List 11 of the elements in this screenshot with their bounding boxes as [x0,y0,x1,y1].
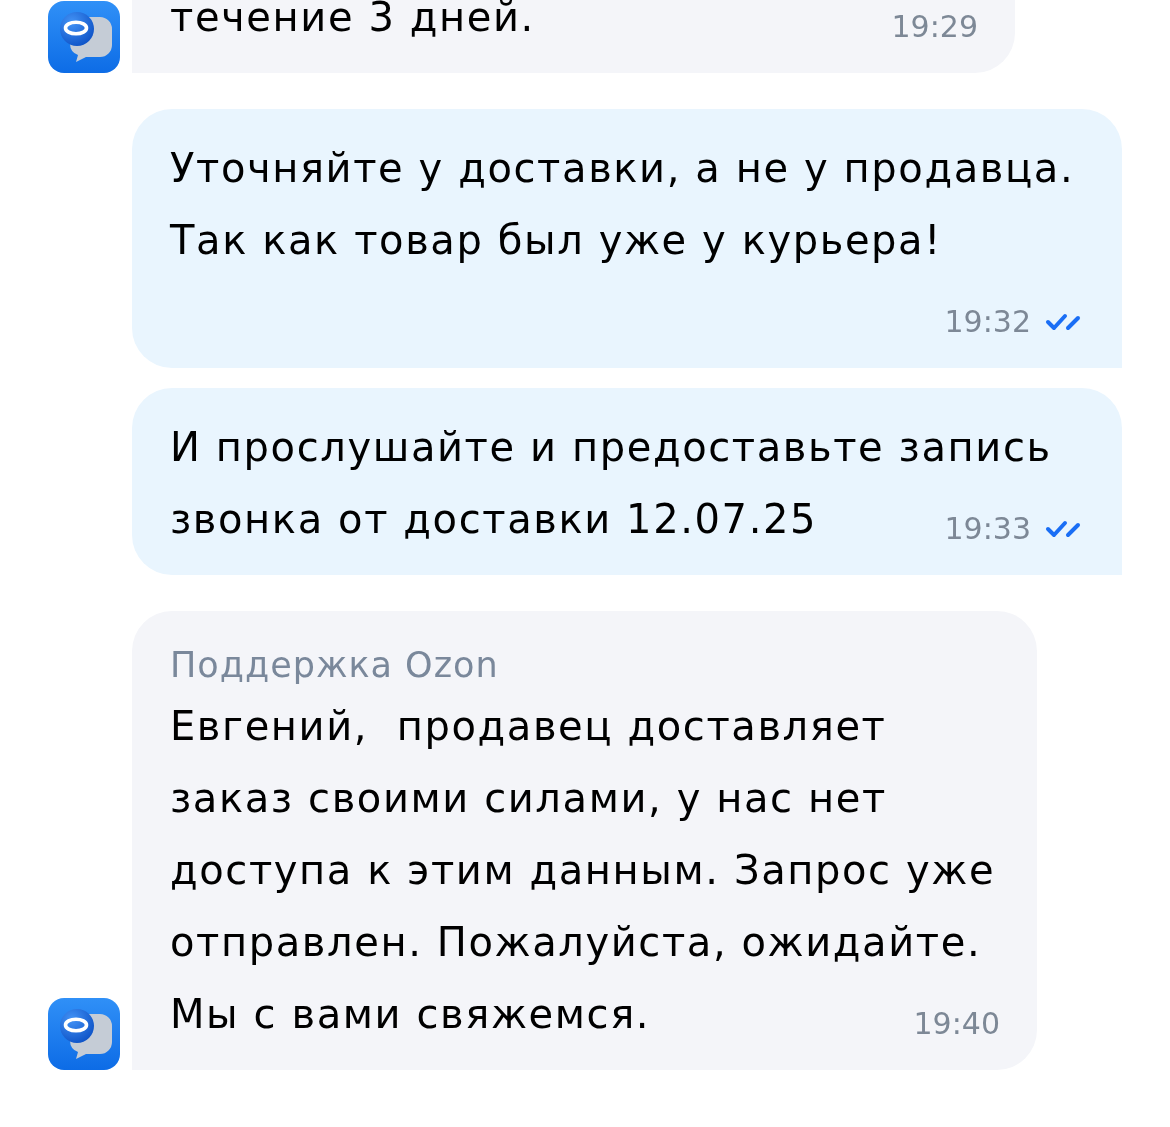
avatar-icon [48,1,120,73]
message-time: 19:32 [944,304,1031,340]
message-text: И прослушайте и предоставьте запись звонка от доставки 12.07.25 19:33 [170,411,1085,555]
message-time: 19:40 [913,1006,1000,1042]
avatar-icon [48,998,120,1070]
message-text: Уточняйте у доставки, а не у продавца. Так как товар был уже у курьера! 19:32 [170,132,1085,348]
message-text: Евгений, продавец доставляет заказ своими силами, у нас нет доступа к этим данным. Запрос уже отправлен. Пожалуйста, ожидайте. Мы с вами свяжемся. 19:40 [170,702,1000,1044]
message-time: 19:29 [891,9,978,45]
message-text: течение 3 дней. 19:29 [170,0,978,47]
message-time: 19:33 [944,511,1031,547]
sender-name: Поддержка Ozon [170,644,500,687]
